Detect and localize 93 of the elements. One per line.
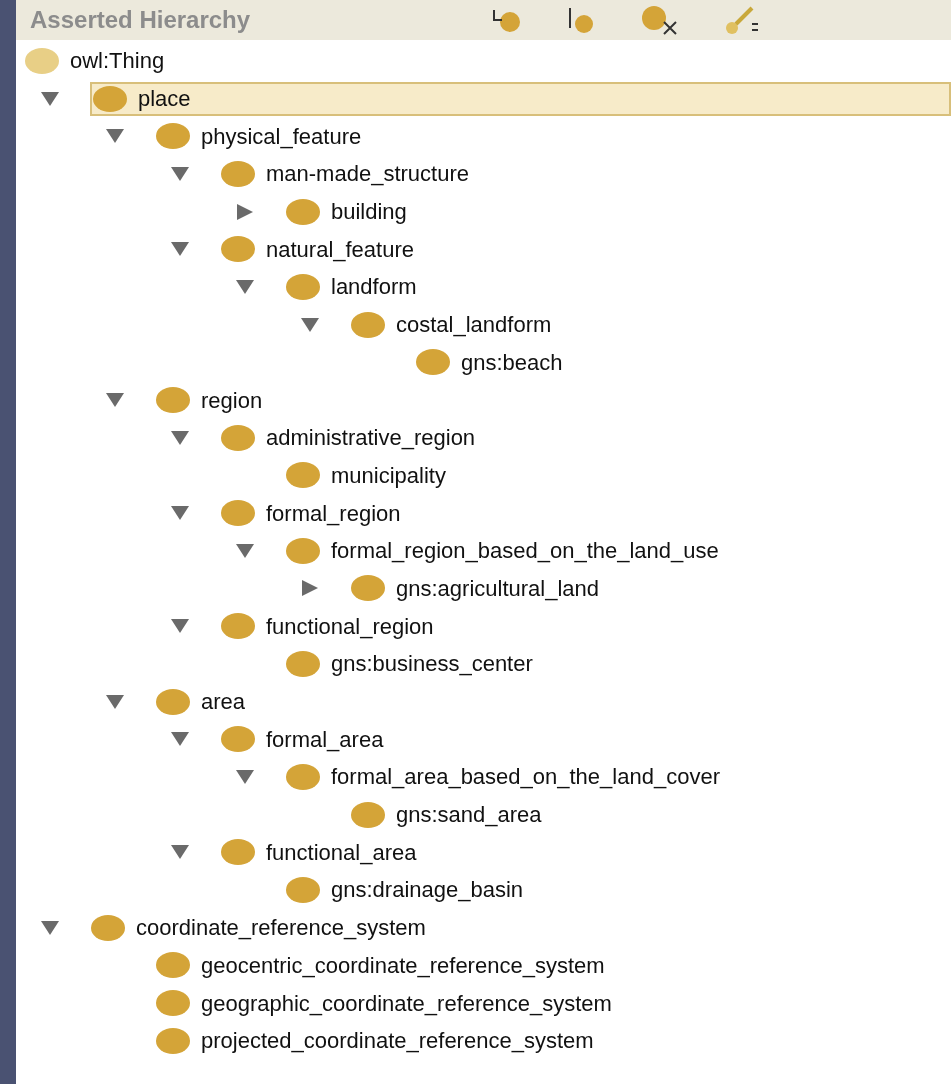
tree-row[interactable]: costal_landform (350, 307, 560, 342)
panel-title: Asserted Hierarchy (30, 5, 252, 35)
class-label: physical_feature (201, 122, 362, 151)
class-circle-icon (155, 951, 191, 980)
tree-row[interactable]: region (155, 383, 271, 418)
class-label: formal_region (266, 499, 401, 528)
class-circle-icon (90, 913, 126, 942)
class-label: functional_area (266, 838, 417, 867)
class-circle-icon (350, 800, 386, 829)
class-label: formal_region_based_on_the_land_use (331, 537, 719, 566)
tree-row[interactable]: gns:sand_area (350, 797, 550, 832)
tree-row[interactable]: gns:drainage_basin (285, 872, 532, 907)
tree-row[interactable]: gns:business_center (285, 646, 541, 681)
tree-row[interactable]: area (155, 684, 254, 719)
class-circle-icon (220, 499, 256, 528)
tree-row[interactable]: geocentric_coordinate_reference_system (155, 948, 613, 983)
tree-row[interactable]: landform (285, 269, 425, 304)
class-circle-icon (220, 612, 256, 641)
class-circle-icon (285, 649, 321, 678)
tree-row[interactable]: gns:beach (415, 345, 571, 380)
class-circle-icon (220, 725, 256, 754)
class-label: place (138, 85, 191, 114)
tree-row[interactable]: formal_region (220, 496, 409, 531)
tree-row[interactable]: formal_area_based_on_the_land_cover (285, 759, 728, 794)
class-label: formal_area (266, 725, 384, 754)
class-label: formal_area_based_on_the_land_cover (331, 763, 720, 792)
expanded-triangle-icon[interactable] (235, 277, 255, 296)
class-circle-icon (220, 423, 256, 452)
tree-row[interactable]: geographic_coordinate_reference_system (155, 986, 620, 1021)
class-label: gns:business_center (331, 650, 533, 679)
class-label: functional_region (266, 612, 434, 641)
class-label: geocentric_coordinate_reference_system (201, 951, 605, 980)
tree-row[interactable]: owl:Thing (24, 43, 173, 78)
class-circle-icon (350, 574, 386, 603)
tree-row[interactable]: formal_area (220, 722, 392, 757)
class-label: geographic_coordinate_reference_system (201, 989, 612, 1018)
tree-row[interactable]: municipality (285, 458, 454, 493)
class-circle-icon (285, 762, 321, 791)
class-label: projected_coordinate_reference_system (201, 1027, 594, 1056)
class-label: costal_landform (396, 311, 552, 340)
class-label: owl:Thing (70, 47, 165, 76)
class-circle-icon (350, 310, 386, 339)
class-label: region (201, 386, 263, 415)
expanded-triangle-icon[interactable] (170, 428, 190, 447)
class-label: administrative_region (266, 424, 476, 453)
tree-row[interactable]: projected_coordinate_reference_system (155, 1023, 602, 1058)
class-label: man-made_structure (266, 160, 469, 189)
tree-row[interactable]: man-made_structure (220, 156, 477, 191)
tree-row[interactable]: natural_feature (220, 232, 422, 267)
expanded-triangle-icon[interactable] (170, 164, 190, 183)
class-label: gns:agricultural_land (396, 574, 600, 603)
tree-row[interactable]: administrative_region (220, 420, 484, 455)
tree-row[interactable]: coordinate_reference_system (90, 910, 434, 945)
class-label: gns:beach (461, 348, 563, 377)
class-label: landform (331, 273, 417, 302)
expanded-triangle-icon[interactable] (40, 918, 60, 937)
class-circle-icon (220, 159, 256, 188)
class-circle-icon (155, 386, 191, 415)
expanded-triangle-icon[interactable] (235, 767, 255, 786)
tree-row[interactable]: physical_feature (155, 119, 370, 154)
class-label: area (201, 688, 246, 717)
class-circle-icon (285, 272, 321, 301)
collapsed-triangle-icon[interactable] (235, 202, 255, 221)
class-circle-icon (285, 875, 321, 904)
class-circle-icon (155, 1026, 191, 1055)
tree-row[interactable]: formal_region_based_on_the_land_use (285, 533, 727, 568)
selected-tree-row[interactable]: place (90, 81, 951, 116)
class-circle-icon (220, 838, 256, 867)
class-circle-icon (285, 536, 321, 565)
class-circle-icon (220, 235, 256, 264)
class-circle-icon (415, 348, 451, 377)
collapsed-triangle-icon[interactable] (300, 579, 320, 598)
expanded-triangle-icon[interactable] (40, 89, 60, 108)
tree-row[interactable]: functional_area (220, 835, 425, 870)
tree-row[interactable]: building (285, 194, 415, 229)
class-label: gns:drainage_basin (331, 876, 524, 905)
class-circle-icon (155, 122, 191, 151)
class-circle-icon (155, 687, 191, 716)
class-label: gns:sand_area (396, 801, 542, 830)
class-label: coordinate_reference_system (136, 914, 426, 943)
tree-row[interactable]: functional_region (220, 609, 442, 644)
class-circle-icon (285, 197, 321, 226)
expanded-triangle-icon[interactable] (105, 692, 125, 711)
class-circle-icon (24, 46, 60, 75)
class-label: municipality (331, 461, 446, 490)
class-circle-icon (155, 989, 191, 1018)
expanded-triangle-icon[interactable] (235, 541, 255, 560)
expanded-triangle-icon[interactable] (300, 315, 320, 334)
class-circle-icon (285, 461, 321, 490)
tree-row[interactable]: gns:agricultural_land (350, 571, 608, 606)
class-circle-icon (92, 84, 128, 113)
class-label: natural_feature (266, 235, 414, 264)
class-label: building (331, 198, 407, 227)
